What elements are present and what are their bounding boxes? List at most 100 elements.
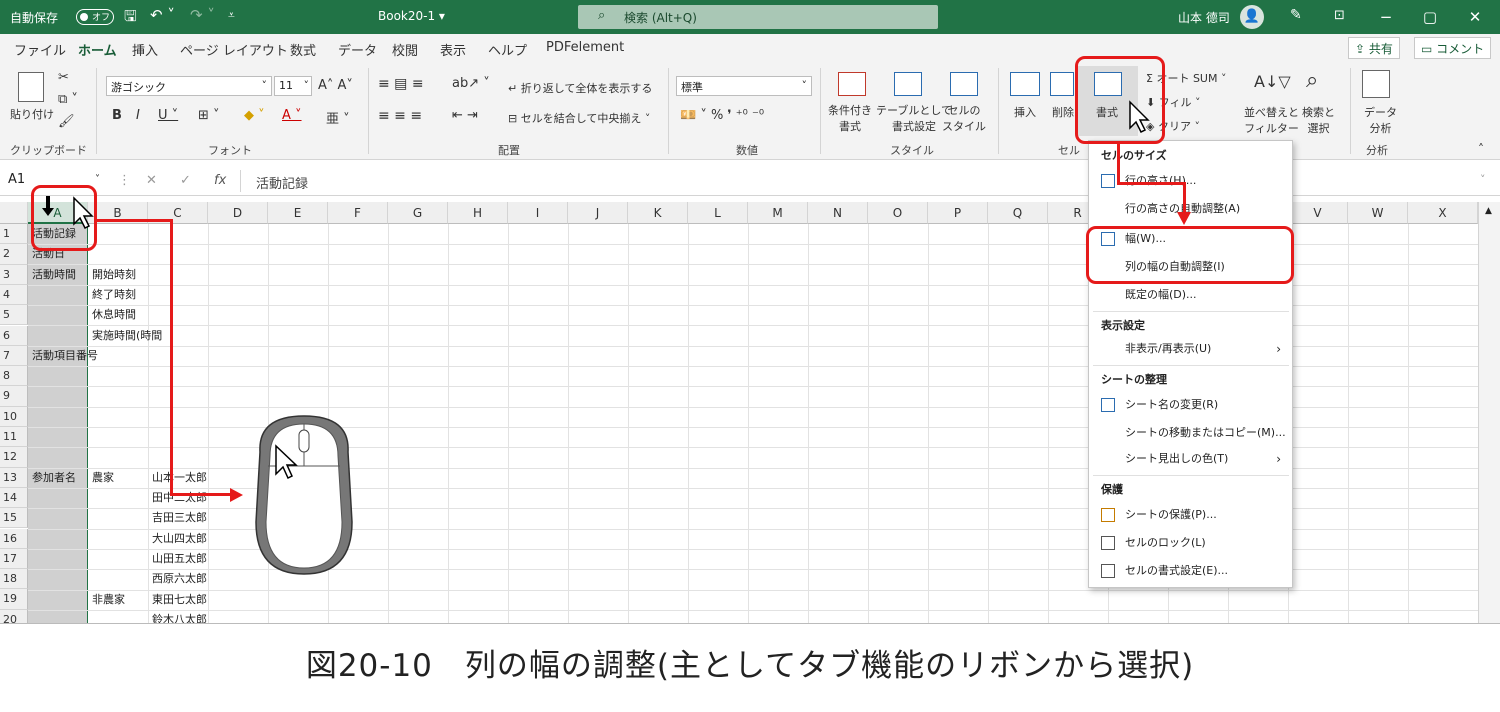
align-left-icon[interactable]: ≡ ≡ ≡ <box>378 108 422 124</box>
row-header[interactable]: 13 <box>0 467 28 488</box>
data-analysis-label[interactable]: データ 分析 <box>1364 104 1397 136</box>
column-header-m[interactable]: M <box>748 202 808 224</box>
format-painter-icon[interactable]: 🖌 <box>58 114 75 129</box>
redo-icon[interactable]: ↷ ˅ <box>190 6 215 24</box>
merge-center-button[interactable]: ⊟ セルを結合して中央揃え ˅ <box>508 110 650 126</box>
menu-item-tab-color[interactable]: シート見出しの色(T) › <box>1093 447 1289 471</box>
collapse-ribbon-icon[interactable]: ˄ <box>1478 142 1484 156</box>
insert-function-icon[interactable]: fx <box>214 173 226 188</box>
row-header[interactable]: 18 <box>0 569 28 590</box>
conditional-format-label[interactable]: 条件付き 書式 <box>828 102 872 134</box>
tab-help[interactable]: ヘルプ <box>488 40 527 59</box>
row-header[interactable]: 16 <box>0 528 28 549</box>
row-header[interactable]: 9 <box>0 386 28 407</box>
menu-item-hide-unhide[interactable]: 非表示/再表示(U) › <box>1093 337 1289 361</box>
conditional-format-icon[interactable] <box>838 72 866 96</box>
column-header-e[interactable]: E <box>268 202 328 224</box>
tab-formulas[interactable]: 数式 <box>290 40 316 59</box>
share-button[interactable]: ⇪ 共有 <box>1348 37 1400 59</box>
cell-b5[interactable]: 休息時間 <box>92 305 136 325</box>
cell-c17[interactable]: 山田五太郎 <box>152 549 207 569</box>
row-header[interactable]: 1 <box>0 224 28 245</box>
row-header[interactable]: 6 <box>0 325 28 346</box>
row-header[interactable]: 20 <box>0 609 28 623</box>
delete-cells-label[interactable]: 削除 <box>1052 104 1074 120</box>
column-header-g[interactable]: G <box>388 202 448 224</box>
save-icon[interactable]: 🖫 <box>124 6 137 31</box>
cell-b6[interactable]: 実施時間(時間 <box>92 326 162 346</box>
menu-item-lock-cell[interactable]: セルのロック(L) <box>1093 531 1289 555</box>
fill-color-icon[interactable]: ◆ ˅ <box>244 108 265 123</box>
cell-styles-icon[interactable] <box>950 72 978 96</box>
tab-insert[interactable]: 挿入 <box>132 40 158 59</box>
phonetic-icon[interactable]: 亜 ˅ <box>326 108 350 127</box>
tab-page-layout[interactable]: ページ レイアウト <box>180 40 288 59</box>
column-header-q[interactable]: Q <box>988 202 1048 224</box>
font-color-icon[interactable]: A ˅ <box>282 108 302 123</box>
align-top-icon[interactable]: ≡ ▤ ≡ <box>378 76 424 92</box>
expand-formula-icon[interactable]: ˅ <box>1480 173 1486 186</box>
tab-view[interactable]: 表示 <box>440 40 466 59</box>
format-as-table-label[interactable]: テーブルとして 書式設定 <box>876 102 952 134</box>
column-header-f[interactable]: F <box>328 202 388 224</box>
column-header-i[interactable]: I <box>508 202 568 224</box>
menu-item-move-copy[interactable]: シートの移動またはコピー(M)... <box>1093 421 1289 445</box>
paste-label[interactable]: 貼り付け <box>10 106 54 122</box>
avatar[interactable]: 👤 <box>1240 5 1264 29</box>
menu-item-autofit-row[interactable]: 行の高さの自動調整(A) <box>1093 197 1289 221</box>
menu-item-row-height[interactable]: 行の高さ(H)... <box>1093 169 1289 193</box>
minimize-button[interactable]: − <box>1366 4 1406 30</box>
insert-cells-label[interactable]: 挿入 <box>1014 104 1036 120</box>
paste-icon[interactable] <box>18 72 44 102</box>
column-header-w[interactable]: W <box>1348 202 1408 224</box>
find-icon[interactable]: ⌕ <box>1306 68 1318 93</box>
column-header-d[interactable]: D <box>208 202 268 224</box>
cell-b19[interactable]: 非農家 <box>92 590 125 610</box>
file-name[interactable]: Book20-1 ▾ <box>378 9 445 23</box>
orientation-icon[interactable]: ab↗ ˅ <box>452 76 490 91</box>
borders-icon[interactable]: ⊞ ˅ <box>198 108 220 123</box>
cancel-icon[interactable]: ✕ <box>146 173 157 188</box>
row-header[interactable]: 8 <box>0 366 28 387</box>
comments-button[interactable]: ▭ コメント <box>1414 37 1492 59</box>
font-name-dropdown[interactable]: 游ゴシック ˅ <box>106 76 272 96</box>
row-header[interactable]: 15 <box>0 508 28 529</box>
cut-icon[interactable]: ✂ <box>58 70 69 85</box>
row-header[interactable]: 19 <box>0 589 28 610</box>
menu-item-rename-sheet[interactable]: シート名の変更(R) <box>1093 393 1289 417</box>
italic-icon[interactable]: I <box>136 108 140 123</box>
indent-icon[interactable]: ⇤ ⇥ <box>452 108 478 123</box>
close-button[interactable]: ✕ <box>1455 4 1495 30</box>
column-header-k[interactable]: K <box>628 202 688 224</box>
restore-button[interactable]: ▢ <box>1410 4 1450 30</box>
data-analysis-icon[interactable] <box>1362 70 1390 98</box>
tab-pdfelement[interactable]: PDFelement <box>546 40 624 55</box>
tab-review[interactable]: 校閲 <box>392 40 418 59</box>
cell-b13[interactable]: 農家 <box>92 468 114 488</box>
row-header[interactable]: 10 <box>0 406 28 427</box>
grow-font-icon[interactable]: A˄ A˅ <box>318 78 353 93</box>
undo-icon[interactable]: ↶ ˅ <box>150 6 175 24</box>
row-header[interactable]: 3 <box>0 264 28 285</box>
row-header[interactable]: 17 <box>0 548 28 570</box>
row-header[interactable]: 2 <box>0 244 28 265</box>
column-header-x[interactable]: X <box>1408 202 1478 224</box>
enter-icon[interactable]: ✓ <box>180 173 191 188</box>
menu-item-format-cells[interactable]: セルの書式設定(E)... <box>1093 559 1289 583</box>
delete-cells-icon[interactable] <box>1050 72 1074 96</box>
cell-b3[interactable]: 開始時刻 <box>92 265 136 285</box>
scroll-up-icon[interactable]: ▲ <box>1485 206 1492 216</box>
autosave-toggle[interactable]: オフ <box>76 9 114 25</box>
accounting-icon[interactable]: 💴 ˅ % ❜ ⁺⁰ ⁻⁰ <box>680 108 764 123</box>
row-header[interactable]: 11 <box>0 427 28 448</box>
row-header[interactable]: 12 <box>0 447 28 468</box>
cell-a3[interactable]: 活動時間 <box>32 265 76 285</box>
cell-a7[interactable]: 活動項目番号 <box>32 346 98 366</box>
cell-a13[interactable]: 参加者名 <box>32 468 76 488</box>
sort-filter-icon[interactable]: A↓▽ <box>1254 72 1291 91</box>
tab-file[interactable]: ファイル <box>14 40 66 59</box>
search-input[interactable]: ⌕ 検索 (Alt+Q) <box>578 5 938 29</box>
find-select-label[interactable]: 検索と 選択 <box>1302 104 1335 136</box>
cell-c19[interactable]: 東田七太郎 <box>152 590 207 610</box>
tab-data[interactable]: データ <box>338 40 377 59</box>
